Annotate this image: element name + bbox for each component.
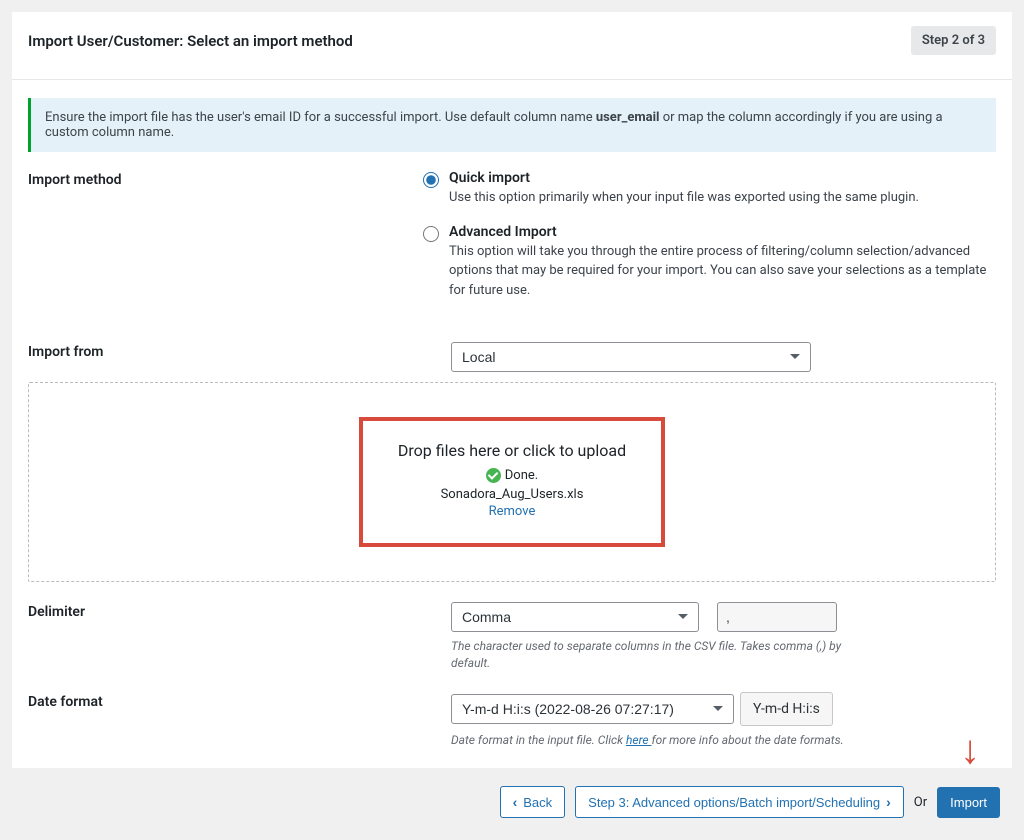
date-help-link[interactable]: here <box>626 733 652 747</box>
radio-quick-import[interactable]: Quick import Use this option primarily w… <box>423 170 996 208</box>
delimiter-value-input[interactable] <box>717 602 837 632</box>
radio-quick-desc: Use this option primarily when your inpu… <box>449 188 919 208</box>
row-import-from: Import from Local <box>28 342 996 372</box>
dropzone-area[interactable]: Drop files here or click to upload Done.… <box>28 382 996 582</box>
import-button-label: Import <box>950 795 987 810</box>
label-import-method: Import method <box>28 170 423 316</box>
info-notice: Ensure the import file has the user's em… <box>28 98 996 152</box>
label-date-format: Date format <box>28 692 423 749</box>
radio-advanced-input[interactable] <box>423 226 439 242</box>
notice-prefix: Ensure the import file has the user's em… <box>45 110 596 125</box>
radio-advanced-title: Advanced Import <box>449 224 996 240</box>
dropzone-remove-link[interactable]: Remove <box>489 504 536 519</box>
label-delimiter: Delimiter <box>28 602 423 672</box>
page-title: Import User/Customer: Select an import m… <box>28 32 353 50</box>
check-icon <box>486 468 501 483</box>
chevron-right-icon: › <box>886 794 891 810</box>
notice-bold: user_email <box>596 110 660 125</box>
radio-advanced-import[interactable]: Advanced Import This option will take yo… <box>423 224 996 301</box>
dropzone-status-text: Done. <box>505 468 538 483</box>
step3-button-label: Step 3: Advanced options/Batch import/Sc… <box>588 795 880 810</box>
or-separator: Or <box>914 795 927 810</box>
back-button[interactable]: ‹ Back <box>500 786 566 818</box>
label-import-from: Import from <box>28 342 423 372</box>
delimiter-help: The character used to separate columns i… <box>451 638 851 672</box>
row-date-format: Date format Y-m-d H:i:s (2022-08-26 07:2… <box>28 692 996 749</box>
dropzone-status: Done. <box>486 468 538 483</box>
dropzone-title: Drop files here or click to upload <box>377 441 647 460</box>
radio-quick-input[interactable] <box>423 172 439 188</box>
import-from-select[interactable]: Local <box>451 342 811 372</box>
radio-advanced-desc: This option will take you through the en… <box>449 242 996 301</box>
radio-quick-title: Quick import <box>449 170 919 186</box>
divider <box>12 79 1012 80</box>
dropzone-highlight: Drop files here or click to upload Done.… <box>359 417 665 547</box>
step-badge: Step 2 of 3 <box>911 26 996 55</box>
back-button-label: Back <box>523 795 552 810</box>
date-format-example: Y-m-d H:i:s <box>740 692 833 726</box>
date-help-suffix: for more info about the date formats. <box>652 733 844 747</box>
delimiter-select[interactable]: Comma <box>451 602 699 632</box>
row-delimiter: Delimiter Comma The character used to se… <box>28 602 996 672</box>
date-help-prefix: Date format in the input file. Click <box>451 733 626 747</box>
date-format-help: Date format in the input file. Click her… <box>451 732 851 749</box>
row-import-method: Import method Quick import Use this opti… <box>28 170 996 316</box>
dropzone-filename: Sonadora_Aug_Users.xls <box>377 487 647 502</box>
footer-bar: ↓ ‹ Back Step 3: Advanced options/Batch … <box>12 768 1012 828</box>
card-header: Import User/Customer: Select an import m… <box>28 26 996 69</box>
step3-button[interactable]: Step 3: Advanced options/Batch import/Sc… <box>575 786 904 818</box>
chevron-left-icon: ‹ <box>513 794 518 810</box>
date-format-select[interactable]: Y-m-d H:i:s (2022-08-26 07:27:17) <box>451 694 734 724</box>
import-button[interactable]: Import <box>937 787 1000 818</box>
